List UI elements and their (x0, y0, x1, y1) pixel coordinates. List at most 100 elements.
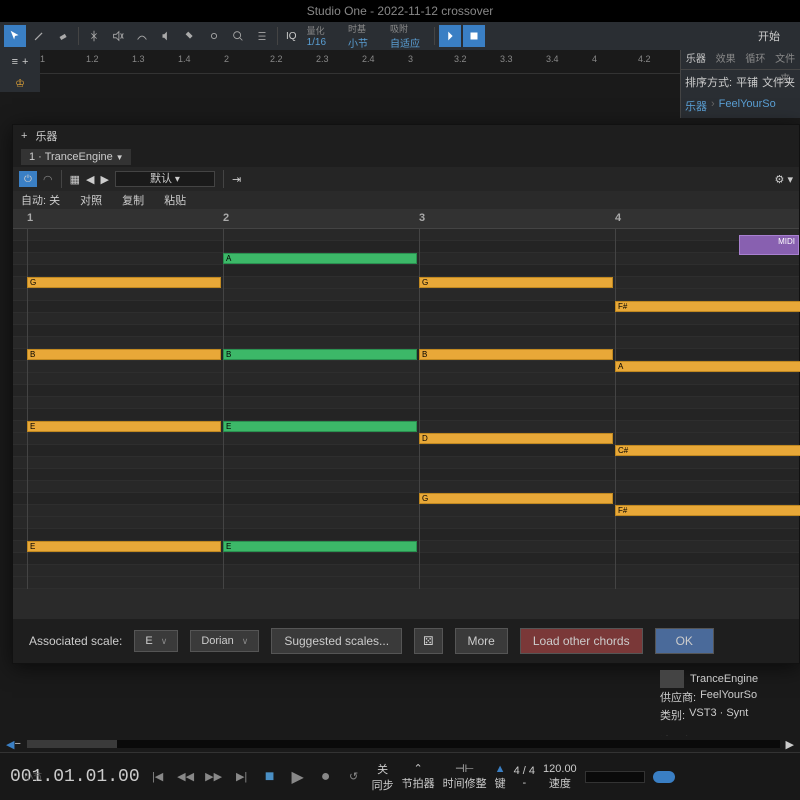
precount-button[interactable]: ⊣⊢时间修整 (443, 762, 487, 791)
dice-button[interactable]: ⚄ (414, 628, 442, 654)
action-tool[interactable] (203, 25, 225, 47)
bend-tool[interactable] (131, 25, 153, 47)
erase-tool[interactable] (52, 25, 74, 47)
suggested-scales-button[interactable]: Suggested scales... (271, 628, 402, 654)
browser-tab-files[interactable]: 文件夹 (770, 50, 800, 69)
master-toggle[interactable] (653, 771, 675, 783)
paste-button[interactable]: 粘贴 (164, 192, 186, 208)
scroll-right-icon[interactable]: ▶ (786, 738, 794, 751)
global-icon[interactable]: ≡ (12, 56, 18, 68)
start-page-button[interactable]: 开始 (742, 24, 796, 48)
midi-note[interactable]: E (223, 541, 417, 552)
midi-note[interactable]: F# (615, 301, 800, 312)
midi-note[interactable]: D (419, 433, 613, 444)
more-button[interactable]: More (455, 628, 508, 654)
midi-note[interactable]: G (419, 277, 613, 288)
mute-tool[interactable] (107, 25, 129, 47)
crumb-instruments[interactable]: 乐器 (685, 98, 707, 114)
sync-toggle[interactable]: 关同步 (372, 761, 394, 793)
track-controls[interactable]: ≡ + (0, 50, 40, 74)
midi-note[interactable]: C# (615, 445, 800, 456)
midi-note[interactable]: E (27, 541, 221, 552)
midi-note[interactable]: E (27, 421, 221, 432)
bypass-button[interactable]: ◠ (43, 173, 53, 186)
bar-line (223, 229, 224, 589)
midi-clip[interactable]: MIDI (739, 235, 799, 255)
ruler-tick: 2 (224, 54, 229, 64)
midi-note[interactable]: E (223, 421, 417, 432)
midi-note[interactable]: B (223, 349, 417, 360)
listen-tool[interactable] (155, 25, 177, 47)
browser-tab-loops[interactable]: 循环 (741, 50, 771, 69)
bar-line (615, 229, 616, 589)
record-button[interactable]: ● (316, 767, 336, 787)
sidechain-button[interactable]: ▦ (70, 173, 80, 186)
draw-tool[interactable] (28, 25, 50, 47)
next-preset-button[interactable]: ▶ (100, 173, 108, 186)
zoom-tool[interactable] (227, 25, 249, 47)
pin-button[interactable]: ⇥ (232, 173, 241, 186)
timecode-unit[interactable]: 小节 (24, 770, 42, 783)
strip-tool[interactable] (251, 25, 273, 47)
scroll-minus-icon[interactable]: − (14, 738, 20, 750)
sort-flat[interactable]: 平铺 (736, 74, 758, 90)
split-tool[interactable] (83, 25, 105, 47)
autoscroll-button[interactable] (439, 25, 461, 47)
midi-note[interactable]: G (419, 493, 613, 504)
snap-menu[interactable]: 吸附 自适应 (390, 22, 420, 50)
stop-button[interactable]: ■ (260, 767, 280, 787)
fast-forward-button[interactable]: ▶▶ (204, 767, 224, 787)
scrollbar-thumb[interactable] (27, 740, 117, 748)
rewind-button[interactable]: |◀ (148, 767, 168, 787)
automation-label[interactable]: 自动: 关 (21, 192, 60, 208)
midi-note[interactable]: F# (615, 505, 800, 516)
add-track-icon[interactable]: + (22, 56, 28, 68)
compare-button[interactable]: 对照 (80, 192, 102, 208)
ruler-tick: 3.2 (454, 54, 467, 64)
marker-icon[interactable]: ♔ (15, 77, 25, 90)
power-button[interactable]: ⏻ (19, 171, 37, 187)
midi-note[interactable]: A (223, 253, 417, 264)
add-plugin-icon[interactable]: + (21, 130, 27, 142)
crumb-vendor[interactable]: FeelYourSo (719, 98, 776, 114)
tempo-display[interactable]: 120.00速度 (543, 763, 577, 791)
midi-note[interactable]: B (419, 349, 613, 360)
browser-tab-instruments[interactable]: 乐器 (681, 50, 711, 69)
chord-editor[interactable]: 1234 GAGF#BBBAEEDC#GF#EE MIDI (13, 209, 799, 589)
key-display[interactable]: ▲键 (495, 763, 506, 791)
browser-tab-effects[interactable]: 效果 (711, 50, 741, 69)
prev-preset-button[interactable]: ◀ (86, 173, 94, 186)
loop-button[interactable]: ↺ (344, 767, 364, 787)
iq-button[interactable]: IQ (282, 25, 301, 47)
sort-folder[interactable]: 文件夹 (762, 74, 795, 90)
timebase-menu[interactable]: 时基 小节 (348, 22, 368, 50)
fast-rewind-button[interactable]: ◀◀ (176, 767, 196, 787)
bar-ruler[interactable]: 1234 (13, 209, 799, 229)
load-chords-button[interactable]: Load other chords (520, 628, 643, 654)
midi-note[interactable]: G (27, 277, 221, 288)
quantize-menu[interactable]: 量化 1/16 (307, 24, 326, 48)
midi-note[interactable]: B (27, 349, 221, 360)
timesig-display[interactable]: 4 / 4- (514, 765, 535, 789)
note-grid[interactable]: GAGF#BBBAEEDC#GF#EE (13, 229, 799, 589)
meter-display (585, 771, 645, 783)
scroll-left-icon[interactable]: ◀ (6, 738, 14, 751)
ruler-tick: 2.4 (362, 54, 375, 64)
root-note-dropdown[interactable]: E∨ (134, 630, 178, 652)
ok-button[interactable]: OK (655, 628, 714, 654)
gear-icon[interactable]: ⚙ ▾ (775, 173, 793, 186)
plugin-tab[interactable]: 1 · TranceEngine ▼ (21, 149, 131, 165)
associated-scale-label: Associated scale: (29, 634, 122, 648)
forward-end-button[interactable]: ▶| (232, 767, 252, 787)
horizontal-scrollbar[interactable] (27, 740, 780, 748)
chevron-down-icon[interactable]: ▼ (116, 153, 124, 162)
metronome-button[interactable]: ⌃节拍器 (402, 762, 435, 791)
preset-dropdown[interactable]: 默认 ▾ (115, 171, 215, 187)
play-button[interactable]: ▶ (288, 767, 308, 787)
ripple-button[interactable] (463, 25, 485, 47)
arrow-tool[interactable] (4, 25, 26, 47)
paint-tool[interactable] (179, 25, 201, 47)
mode-dropdown[interactable]: Dorian∨ (190, 630, 259, 652)
midi-note[interactable]: A (615, 361, 800, 372)
copy-button[interactable]: 复制 (122, 192, 144, 208)
